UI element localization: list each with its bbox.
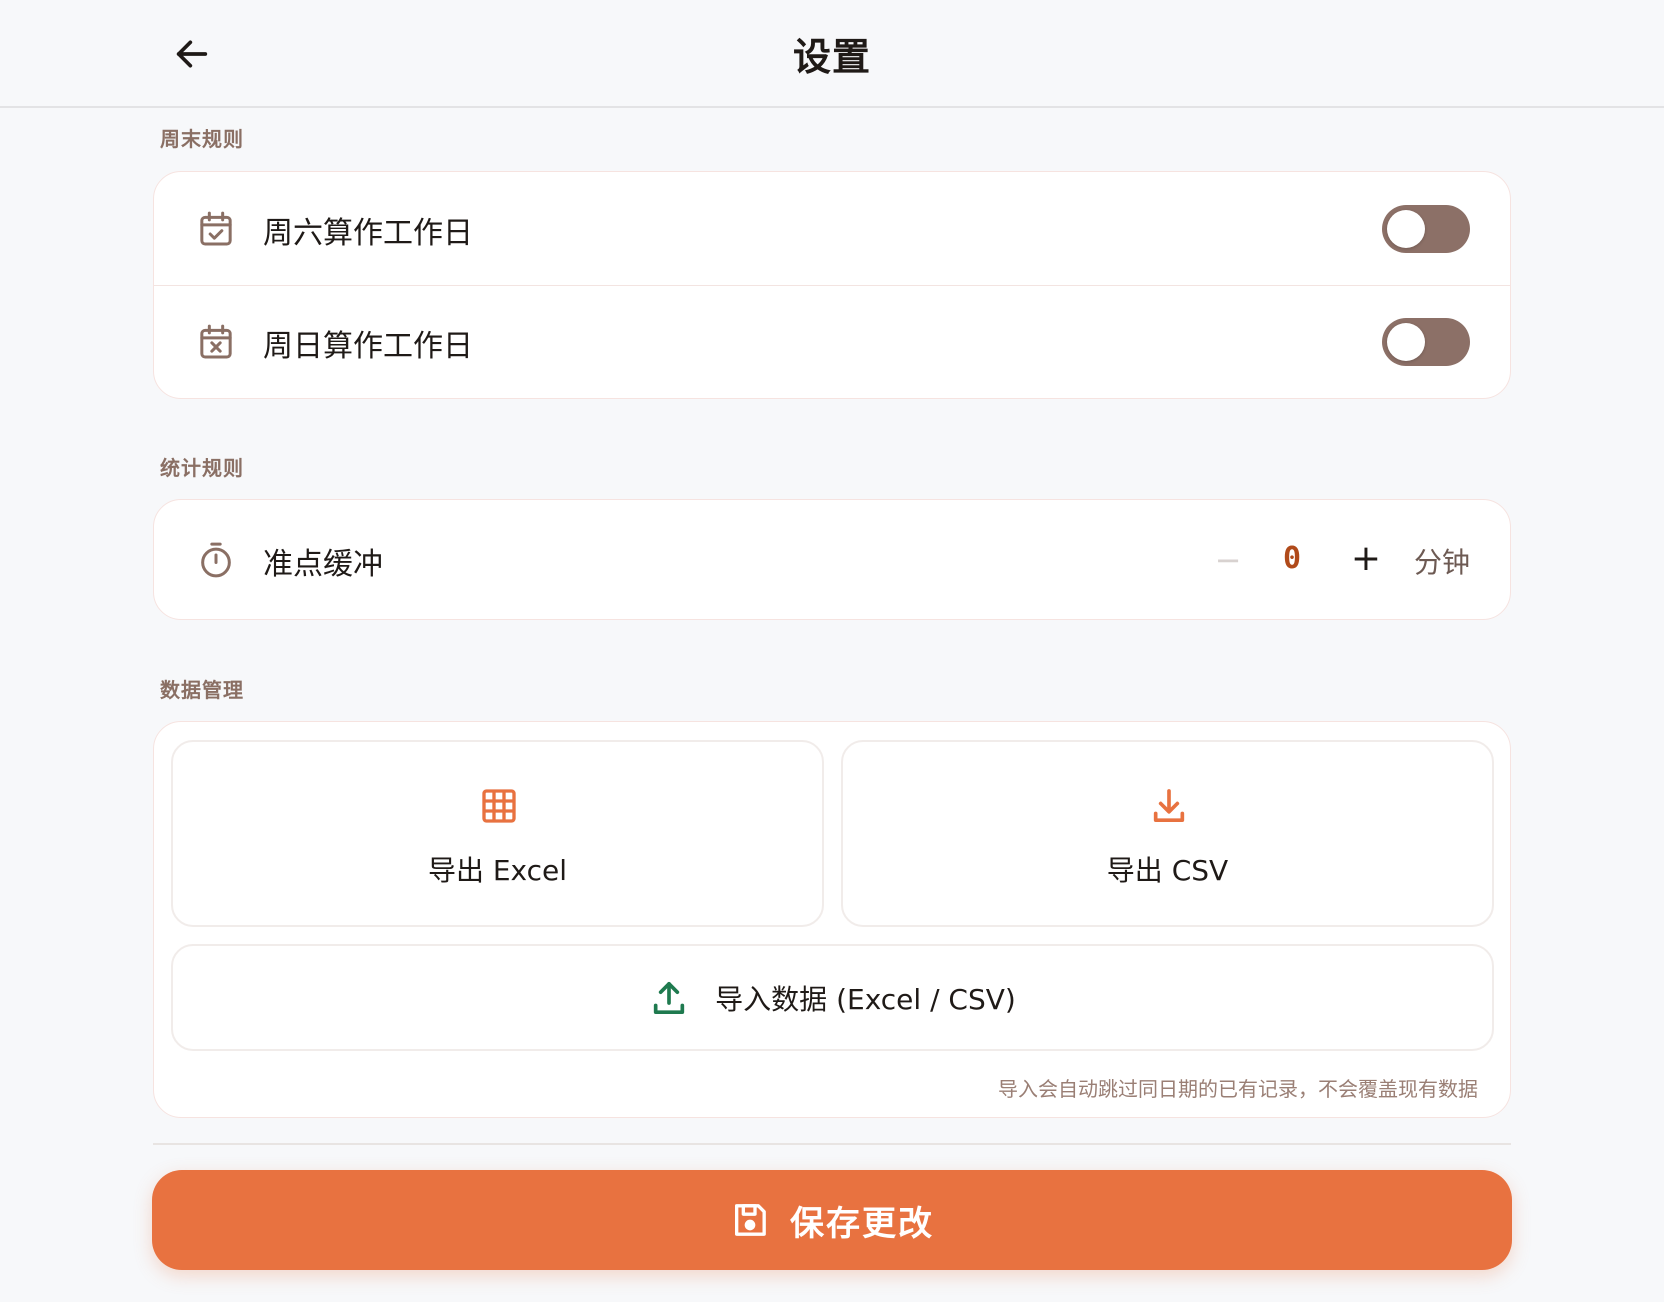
upload-icon (654, 981, 685, 1014)
section-label-data: 数据管理 (160, 678, 244, 702)
save-icon (735, 1204, 766, 1236)
save-changes-button[interactable]: 保存更改 (152, 1170, 1512, 1270)
import-note: 导入会自动跳过同日期的已有记录，不会覆盖现有数据 (998, 1077, 1478, 1101)
calendar-check-icon (200, 211, 232, 246)
section-label-stats: 统计规则 (160, 456, 244, 480)
timer-icon (201, 542, 231, 578)
buffer-label: 准点缓冲 (263, 547, 383, 582)
import-data-button[interactable]: 导入数据 (Excel / CSV) (171, 944, 1494, 1051)
buffer-unit: 分钟 (1413, 546, 1470, 579)
buffer-value: 0 (1282, 541, 1302, 576)
weekend-rules-card: 周六算作工作日 周日算作工作日 (153, 171, 1511, 399)
download-icon (1153, 789, 1185, 822)
toggle-knob (1387, 210, 1425, 248)
footer-divider (153, 1143, 1511, 1145)
page-title: 设置 (792, 35, 871, 79)
buffer-decrement-button[interactable]: − (1208, 540, 1248, 580)
sunday-toggle[interactable] (1382, 318, 1470, 366)
table-grid-icon (482, 789, 516, 823)
saturday-label: 周六算作工作日 (263, 216, 473, 251)
import-data-content: 导入数据 (Excel / CSV) (173, 946, 1492, 1049)
save-changes-label: 保存更改 (790, 1203, 934, 1244)
import-data-label: 导入数据 (Excel / CSV) (715, 982, 1016, 1016)
calendar-x-icon (200, 324, 232, 359)
settings-screen: 设置 周末规则 周六算作工作日 周日算作工作日 统计规则 准点缓冲 − 0 + … (0, 0, 1664, 1302)
buffer-increment-button[interactable]: + (1346, 538, 1386, 579)
toggle-knob (1387, 323, 1425, 361)
header-bar: 设置 (0, 0, 1664, 108)
export-excel-button[interactable]: 导出 Excel (171, 740, 824, 927)
export-excel-label: 导出 Excel (427, 854, 568, 887)
export-csv-label: 导出 CSV (1106, 854, 1229, 887)
stats-rules-card: 准点缓冲 − 0 + 分钟 (153, 499, 1511, 620)
sunday-label: 周日算作工作日 (263, 329, 473, 364)
saturday-toggle[interactable] (1382, 205, 1470, 253)
section-label-weekend: 周末规则 (160, 127, 244, 151)
data-management-card: 导出 Excel 导出 CSV 导入数据 (Excel / CSV) 导入会自动… (153, 721, 1511, 1118)
export-csv-button[interactable]: 导出 CSV (841, 740, 1494, 927)
saturday-row: 周六算作工作日 (154, 172, 1510, 285)
sunday-row: 周日算作工作日 (154, 286, 1510, 399)
